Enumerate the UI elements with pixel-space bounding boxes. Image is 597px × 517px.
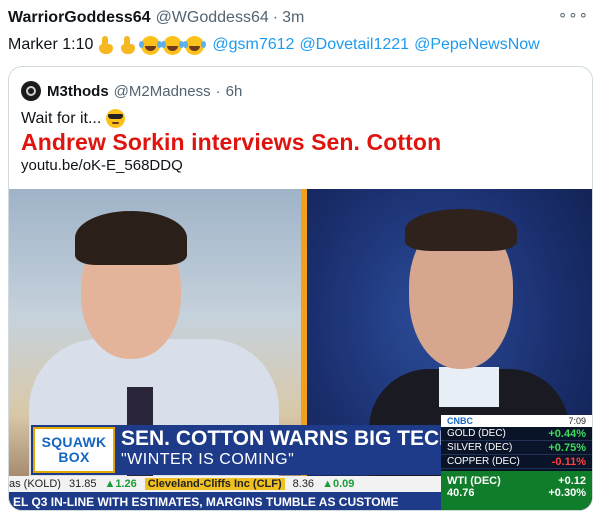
tweet[interactable]: WarriorGoddess64 @WGoddess64 · 3m ∘∘∘ Ma… — [0, 0, 597, 517]
video-link[interactable]: youtu.be/oK-E_568DDQ — [21, 157, 183, 174]
quoted-author-handle[interactable]: @M2Madness — [114, 83, 211, 100]
show-logo: SQUAWK BOX — [33, 427, 115, 473]
chyron-subtitle: "WINTER IS COMING" — [121, 451, 295, 468]
point-down-emoji — [97, 35, 116, 55]
market-row: COPPER (DEC) -0.11% — [441, 455, 592, 469]
panel-header: CNBC 7:09 — [441, 415, 592, 427]
market-value: +0.75% — [548, 441, 586, 454]
wti-box: WTI (DEC) +0.12 40.76 +0.30% — [441, 471, 592, 510]
guest-hair — [405, 209, 517, 251]
host-hair — [75, 211, 187, 265]
market-label: COPPER (DEC) — [447, 456, 520, 467]
market-value: +0.44% — [548, 427, 586, 440]
tweet-time[interactable]: 3m — [282, 9, 304, 27]
network-logo: CNBC — [447, 416, 473, 426]
separator-dot: · — [272, 9, 279, 26]
mention-link[interactable]: @Dovetail1221 — [299, 36, 409, 54]
wti-label: WTI (DEC) — [447, 475, 501, 487]
market-label: GOLD (DEC) — [447, 428, 506, 439]
mention-link[interactable]: @gsm7612 — [212, 36, 294, 54]
quoted-text: Wait for it... — [21, 109, 102, 127]
wti-change: +0.12 — [558, 475, 586, 487]
ticker-item-value: 31.85 — [68, 478, 97, 490]
avatar[interactable] — [21, 81, 41, 101]
sunglasses-emoji — [106, 109, 126, 128]
more-options-icon[interactable]: ∘∘∘ — [558, 6, 589, 24]
separator-dot: · — [215, 82, 221, 100]
laugh-cry-emoji — [183, 35, 205, 55]
chyron-title: SEN. COTTON WARNS BIG TECH — [121, 427, 455, 450]
market-panel: CNBC 7:09 GOLD (DEC) +0.44% SILVER (DEC)… — [441, 415, 592, 510]
laugh-cry-emoji — [139, 35, 161, 55]
market-value: -0.11% — [551, 455, 586, 468]
wti-percent: +0.30% — [548, 487, 586, 499]
ticker-item-change: ▲1.26 — [104, 478, 137, 490]
ticker-item-value: 8.36 — [292, 478, 315, 490]
market-row: SILVER (DEC) +0.75% — [441, 441, 592, 455]
quoted-tweet[interactable]: M3thods @M2Madness · 6h Wait for it... A… — [8, 66, 593, 511]
logo-line2: BOX — [58, 449, 90, 465]
market-row: GOLD (DEC) +0.44% — [441, 427, 592, 441]
tweet-body: Marker 1:10 @gsm7612 @Dovetail1221 @Pepe… — [8, 34, 540, 56]
wti-price: 40.76 — [447, 487, 475, 499]
guest-shirt — [439, 367, 499, 407]
point-down-emoji — [119, 35, 138, 55]
logo-line1: SQUAWK — [41, 434, 107, 450]
market-label: SILVER (DEC) — [447, 442, 513, 453]
ticker-item-change: ▲0.09 — [322, 478, 355, 490]
ticker-item-name: Cleveland-Cliffs Inc (CLF) — [144, 478, 285, 490]
news-crawl: EL Q3 IN-LINE WITH ESTIMATES, MARGINS TU… — [9, 492, 441, 510]
video-thumbnail[interactable]: SQUAWK BOX SEN. COTTON WARNS BIG TECH "W… — [9, 189, 592, 510]
quoted-tweet-header: M3thods @M2Madness · 6h — [21, 81, 242, 101]
mention-link[interactable]: @PepeNewsNow — [414, 36, 540, 54]
quoted-tweet-text: Wait for it... — [21, 109, 126, 128]
tweet-text: Marker 1:10 — [8, 36, 94, 53]
quoted-headline: Andrew Sorkin interviews Sen. Cotton — [21, 129, 442, 155]
quoted-tweet-time[interactable]: 6h — [226, 83, 243, 100]
tweet-header: WarriorGoddess64 @WGoddess64 · 3m — [8, 8, 304, 28]
stock-ticker: as (KOLD) 31.85 ▲1.26 Cleveland-Cliffs I… — [9, 476, 441, 492]
author-handle[interactable]: @WGoddess64 — [156, 9, 269, 27]
panel-clock: 7:09 — [568, 416, 586, 426]
laugh-cry-emoji — [161, 35, 183, 55]
author-name[interactable]: WarriorGoddess64 — [8, 9, 151, 27]
quoted-author-name[interactable]: M3thods — [47, 83, 109, 100]
ticker-item-name: as (KOLD) — [9, 478, 61, 490]
